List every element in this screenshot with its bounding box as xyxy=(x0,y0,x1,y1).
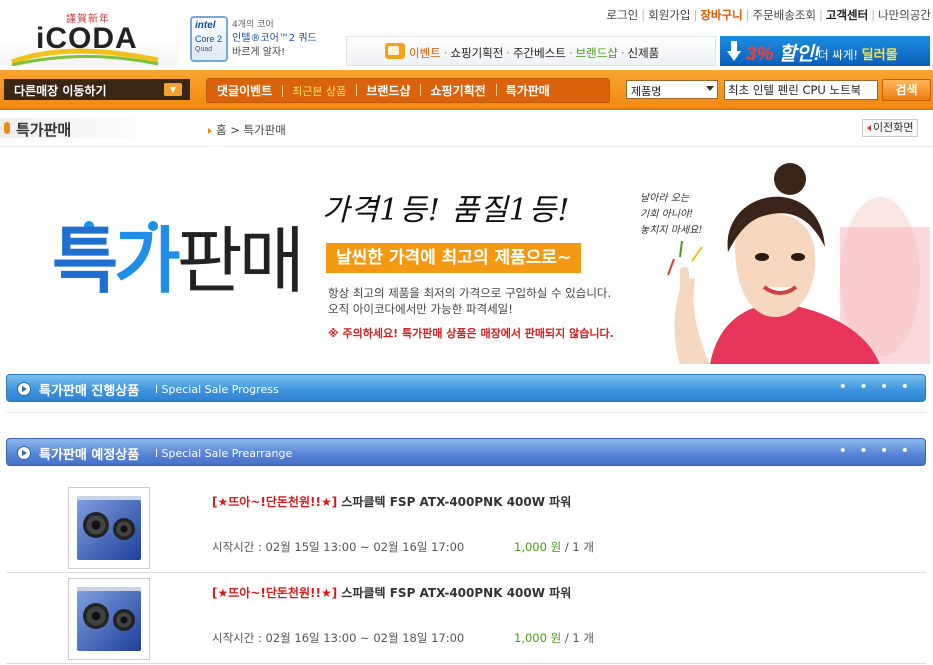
promo-new-products-link[interactable]: 신제품 xyxy=(628,46,660,60)
main-nav-bar: 다른매장 이동하기 ▼ 댓글이벤트 최근본 상품 브랜드샵 쇼핑기획전 특가판매… xyxy=(0,70,933,110)
hero-tagline: 날씬한 가격에 최고의 제품으로~ xyxy=(326,243,582,273)
dots-icon: • • • • xyxy=(838,443,913,459)
cart-link[interactable]: 장바구니 xyxy=(700,8,742,22)
discount-percent: 3% 할인! xyxy=(746,44,821,65)
login-link[interactable]: 로그인 xyxy=(607,8,639,22)
product-start-time: 시작시간 : 02월 15일 13:00 ~ 02월 16일 17:00 xyxy=(212,540,465,554)
dealer-mall-text: 더 싸게! 딜러몰 xyxy=(818,48,898,63)
promo-exhibition-link[interactable]: 쇼핑기획전 xyxy=(450,46,503,60)
hero-description: 항상 최고의 제품을 최저의 가격으로 구입하실 수 있습니다. 오직 아이코다… xyxy=(328,286,612,316)
product-thumbnail[interactable] xyxy=(68,487,150,569)
model-photo-image xyxy=(667,163,930,364)
play-circle-icon xyxy=(17,382,31,396)
search-input[interactable] xyxy=(724,80,878,100)
promo-brandshop-link[interactable]: 브랜드샵 xyxy=(576,46,618,60)
hero-warning: ※ 주의하세요! 특가판매 상품은 매장에서 판매되지 않습니다. xyxy=(328,327,614,340)
breadcrumb: 홈 > 특가판매 xyxy=(208,122,286,138)
store-switch-select[interactable]: 다른매장 이동하기 ▼ xyxy=(4,79,190,100)
hero-headline: 특가판매 xyxy=(52,219,305,303)
hero-script-slogan: 가격1등! 품질1등! xyxy=(322,193,571,228)
tv-icon xyxy=(385,43,405,59)
site-logo[interactable]: 謹賀新年 iCODA xyxy=(0,0,178,66)
dots-icon: • • • • xyxy=(838,379,913,395)
arrow-down-icon xyxy=(727,41,741,61)
product-thumbnail[interactable] xyxy=(68,578,150,660)
section-header-progress: 특가판매 진행상품 l Special Sale Progress • • • … xyxy=(6,374,926,402)
previous-page-button[interactable]: 이전화면 xyxy=(862,119,918,137)
product-name-link[interactable]: [★뜨아~!단돈천원!!★] 스파클텍 FSP ATX-400PNK 400W … xyxy=(212,493,571,510)
intel-ad-copy: 4개의 코어 인텔®코어™2 쿼드 바르게 알자! xyxy=(232,20,317,58)
breadcrumb-current: 특가판매 xyxy=(243,123,286,137)
signup-link[interactable]: 회원가입 xyxy=(648,8,690,22)
section-progress-empty-list xyxy=(6,404,926,413)
page-title: 특가판매 xyxy=(16,121,72,139)
product-price: 1,000 원 / 1 개 xyxy=(514,540,594,554)
special-sale-hero-banner: 특가판매 가격1등! 품질1등! 날씬한 가격에 최고의 제품으로~ 항상 최고… xyxy=(0,146,933,364)
hero-speech-bubble: 날아라 오는 기회 아니야! 놓치지 마세요! xyxy=(640,193,703,236)
menu-comment-event[interactable]: 댓글이벤트 xyxy=(207,82,282,99)
breadcrumb-home[interactable]: 홈 xyxy=(216,123,227,137)
product-row: [★뜨아~!단돈천원!!★] 스파클텍 FSP ATX-400PNK 400W … xyxy=(6,483,926,573)
dealer-mall-banner[interactable]: 3% 할인! 더 싸게! 딜러몰 xyxy=(720,36,930,66)
product-price: 1,000 원 / 1 개 xyxy=(514,631,594,645)
breadcrumb-arrow-icon xyxy=(208,127,212,134)
site-header: 謹賀新年 iCODA intel Core 2 Quad 4개의 코어 인텔®코… xyxy=(0,0,933,70)
menu-special-sale[interactable]: 특가판매 xyxy=(495,82,560,99)
product-start-time: 시작시간 : 02월 16일 13:00 ~ 02월 18일 17:00 xyxy=(212,631,465,645)
chevron-down-icon: ▼ xyxy=(164,83,182,96)
order-tracking-link[interactable]: 주문배송조회 xyxy=(753,8,816,22)
customer-center-link[interactable]: 고객센터 xyxy=(826,8,868,22)
search-field-select[interactable]: 제품명 xyxy=(626,80,718,99)
page-title-bar: 특가판매 xyxy=(0,118,162,139)
caret-down-icon xyxy=(706,86,714,91)
section-header-prearrange: 특가판매 예정상품 l Special Sale Prearrange • • … xyxy=(6,438,926,466)
top-utility-links: 로그인 | 회원가입 | 장바구니 | 주문배송조회 | 고객센터 | 나만의공간 xyxy=(606,8,932,22)
section-subtitle: l Special Sale Prearrange xyxy=(155,447,293,460)
play-circle-icon xyxy=(17,446,31,460)
logo-text: iCODA xyxy=(36,22,138,55)
section-title: 특가판매 예정상품 xyxy=(39,448,140,463)
promo-weekly-best-link[interactable]: 주간베스트 xyxy=(513,46,566,60)
intel-core2-badge: intel Core 2 Quad xyxy=(190,16,228,62)
my-space-link[interactable]: 나만의공간 xyxy=(878,8,931,22)
promo-event-link[interactable]: 이벤트 xyxy=(409,46,441,60)
menu-exhibition[interactable]: 쇼핑기획전 xyxy=(420,82,495,99)
title-bullet-icon xyxy=(4,122,10,134)
promo-link-bar: 이벤트 · 쇼핑기획전 · 주간베스트 · 브랜드샵 · 신제품 xyxy=(346,36,716,66)
intel-ad-banner[interactable]: intel Core 2 Quad 4개의 코어 인텔®코어™2 쿼드 바르게 … xyxy=(186,0,318,66)
section-subtitle: l Special Sale Progress xyxy=(155,383,279,396)
product-name-link[interactable]: [★뜨아~!단돈천원!!★] 스파클텍 FSP ATX-400PNK 400W … xyxy=(212,584,571,601)
search-button[interactable]: 검색 xyxy=(882,79,931,101)
menu-recently-viewed[interactable]: 최근본 상품 xyxy=(282,83,356,99)
product-row: [★뜨아~!단돈천원!!★] 스파클텍 FSP ATX-400PNK 400W … xyxy=(6,574,926,664)
menu-brandshop[interactable]: 브랜드샵 xyxy=(356,82,420,99)
section-title: 특가판매 진행상품 xyxy=(39,384,140,399)
main-menu: 댓글이벤트 최근본 상품 브랜드샵 쇼핑기획전 특가판매 xyxy=(206,78,610,103)
